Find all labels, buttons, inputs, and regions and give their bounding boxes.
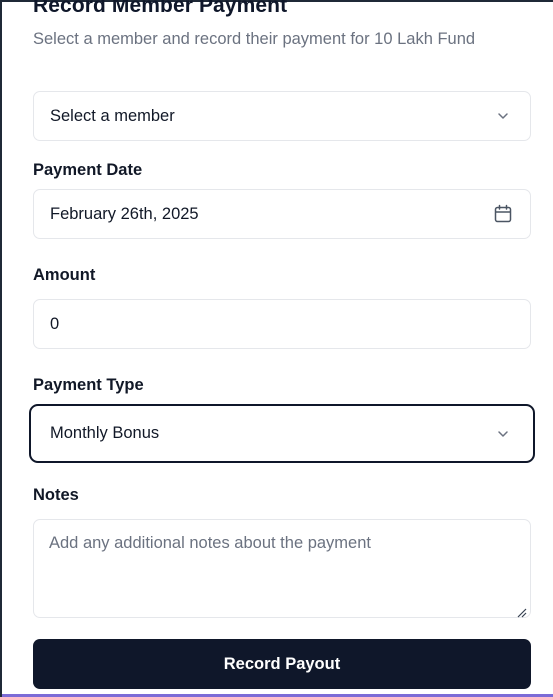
notes-label: Notes [33, 486, 79, 504]
dialog-title: Record Member Payment [33, 0, 288, 17]
payment-type-select[interactable]: Monthly Bonus [29, 404, 535, 463]
calendar-icon[interactable] [492, 203, 514, 225]
notes-placeholder: Add any additional notes about the payme… [49, 534, 371, 552]
amount-input[interactable]: 0 [33, 299, 531, 349]
notes-textarea[interactable]: Add any additional notes about the payme… [33, 519, 531, 618]
dialog-subtitle: Select a member and record their payment… [33, 30, 476, 48]
chevron-down-icon [492, 105, 514, 127]
chevron-down-icon [492, 423, 514, 445]
amount-label: Amount [33, 266, 96, 284]
record-payout-button[interactable]: Record Payout [33, 639, 531, 689]
member-select[interactable]: Select a member [33, 91, 531, 141]
payment-date-picker[interactable]: February 26th, 2025 [33, 189, 531, 239]
payment-date-label: Payment Date [33, 161, 143, 179]
amount-value: 0 [50, 314, 60, 333]
member-select-value: Select a member [50, 106, 175, 125]
payment-type-value: Monthly Bonus [50, 424, 160, 442]
record-payment-dialog: Record Member Payment Select a member an… [0, 0, 553, 697]
resize-handle-icon[interactable] [517, 604, 527, 618]
payment-date-value: February 26th, 2025 [50, 204, 199, 223]
payment-type-label: Payment Type [33, 376, 144, 394]
